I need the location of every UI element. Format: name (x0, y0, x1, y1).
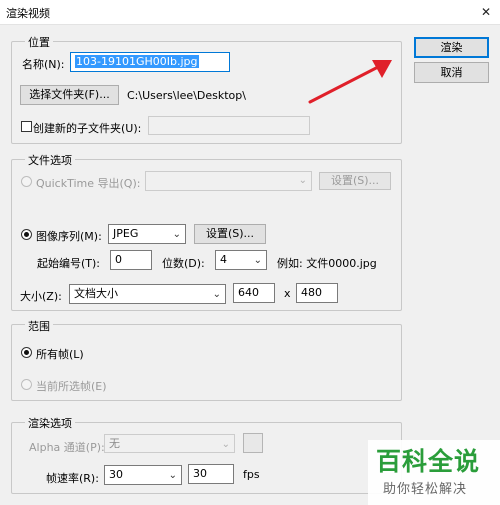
location-legend: 位置 (25, 34, 53, 50)
chevron-down-icon: ⌄ (172, 229, 181, 240)
current-selected-label: 当前所选帧(E) (36, 380, 107, 393)
render-button[interactable]: 渲染 (414, 37, 489, 58)
choose-folder-button[interactable]: 选择文件夹(F)... (20, 85, 119, 105)
example-text: 例如: 文件0000.jpg (277, 257, 377, 270)
digits-label: 位数(D): (162, 257, 205, 270)
create-subfolder-label: 创建新的子文件夹(U): (33, 122, 142, 135)
quicktime-select[interactable]: ⌄ (145, 171, 312, 191)
title-bar: 渲染视频 ✕ (0, 0, 500, 25)
alpha-label: Alpha 通道(P): (29, 441, 105, 454)
cancel-button[interactable]: 取消 (414, 62, 489, 83)
frame-rate-select[interactable]: 30 ⌄ (104, 465, 182, 485)
watermark-title: 百科全说 (376, 447, 481, 476)
name-label: 名称(N): (22, 58, 65, 71)
format-select-value: JPEG (113, 227, 139, 240)
all-frames-label: 所有帧(L) (36, 348, 84, 361)
image-sequence-radio[interactable] (21, 229, 32, 240)
current-selected-radio[interactable] (21, 379, 32, 390)
chevron-down-icon: ⌄ (221, 439, 230, 450)
format-select[interactable]: JPEG ⌄ (108, 224, 186, 244)
alpha-color-swatch[interactable] (243, 433, 263, 453)
watermark-logo: 百科全说 助你轻松解决 (368, 440, 500, 505)
render-options-legend: 渲染选项 (25, 415, 75, 431)
window-title: 渲染视频 (6, 7, 50, 20)
all-frames-radio[interactable] (21, 347, 32, 358)
digits-select[interactable]: 4 ⌄ (215, 250, 267, 270)
chevron-down-icon: ⌄ (298, 175, 307, 186)
frame-rate-label: 帧速率(R): (46, 472, 99, 485)
size-label: 大小(Z): (20, 290, 62, 303)
close-icon[interactable]: ✕ (476, 2, 496, 22)
start-number-label: 起始编号(T): (37, 257, 101, 270)
chevron-down-icon: ⌄ (212, 289, 221, 300)
size-select[interactable]: 文档大小 ⌄ (69, 284, 226, 304)
create-subfolder-checkbox[interactable] (21, 121, 32, 132)
name-field[interactable]: 103-19101GH00Ib.jpg (70, 52, 230, 72)
watermark-subtitle: 助你轻松解决 (383, 482, 468, 497)
fps-label: fps (243, 468, 260, 481)
height-field[interactable]: 480 (296, 283, 338, 303)
alpha-select-value: 无 (109, 437, 120, 450)
chevron-down-icon: ⌄ (253, 255, 262, 266)
quicktime-label: QuickTime 导出(Q): (36, 177, 141, 190)
folder-path: C:\Users\lee\Desktop\ (127, 89, 246, 102)
range-legend: 范围 (25, 318, 53, 334)
name-value: 103-19101GH00Ib.jpg (75, 55, 199, 68)
width-field[interactable]: 640 (233, 283, 275, 303)
file-options-legend: 文件选项 (25, 152, 75, 168)
frame-rate-select-value: 30 (109, 468, 123, 481)
quicktime-settings-button[interactable]: 设置(S)... (319, 172, 391, 190)
image-settings-button[interactable]: 设置(S)... (194, 224, 266, 244)
subfolder-input[interactable] (148, 116, 310, 135)
digits-select-value: 4 (220, 253, 227, 266)
chevron-down-icon: ⌄ (168, 470, 177, 481)
image-sequence-label: 图像序列(M): (36, 230, 102, 243)
start-number-field[interactable]: 0 (110, 250, 152, 270)
frame-rate-field[interactable]: 30 (188, 464, 234, 484)
size-select-value: 文档大小 (74, 287, 118, 300)
quicktime-radio[interactable] (21, 176, 32, 187)
alpha-select[interactable]: 无 ⌄ (104, 434, 235, 453)
times-symbol: x (284, 287, 291, 300)
